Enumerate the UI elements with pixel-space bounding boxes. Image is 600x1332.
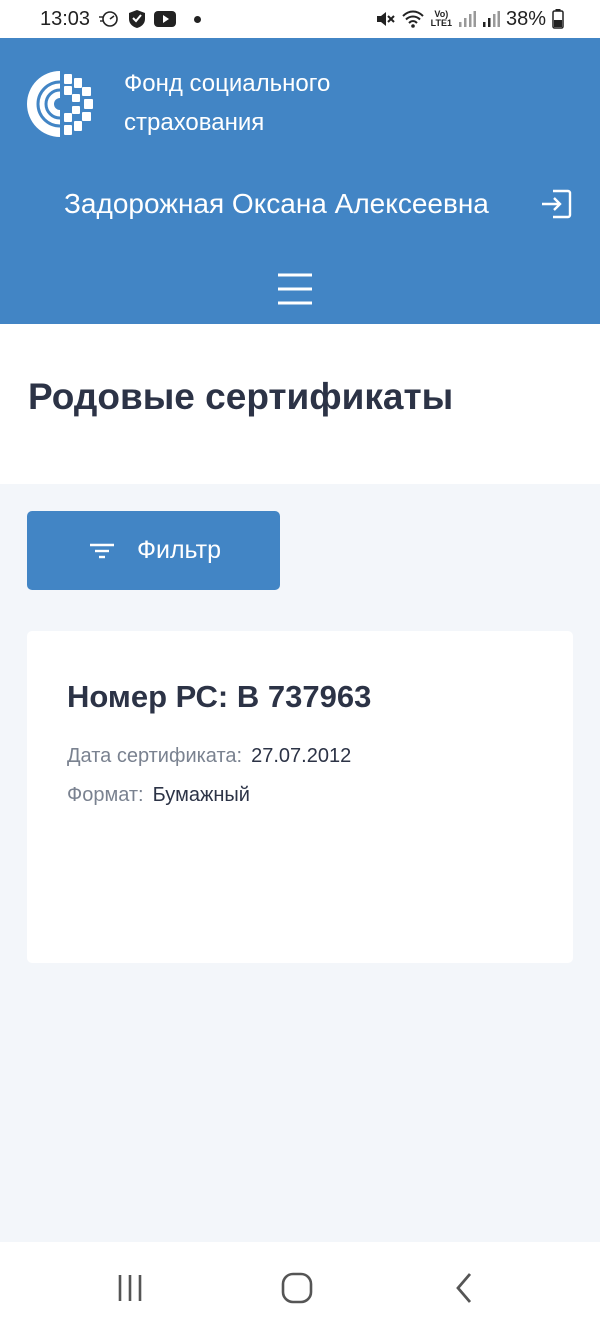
battery-percent: 38% [505,7,546,30]
certificate-date-value: 27.07.2012 [251,745,352,767]
user-name[interactable]: Задорожная Оксана Алексеевна [64,186,489,222]
fss-logo-icon [26,70,94,138]
certificate-card[interactable]: Номер РС: В 737963 Дата сертификата: 27.… [27,631,573,963]
hamburger-menu-icon[interactable] [276,270,314,308]
title-section: Родовые сертификаты [0,324,600,484]
app-header: Фонд социального страхования Задорожная … [0,38,600,324]
certificate-number: Номер РС: В 737963 [67,679,372,714]
youtube-icon [154,11,177,27]
back-icon[interactable] [444,1268,484,1308]
volte-indicator: Vo) LTE1 [431,10,452,28]
screen: 13:03 Vo) LTE1 38% Фонд социального стра… [0,0,600,1332]
recent-apps-icon[interactable] [110,1268,150,1308]
status-bar-left: 13:03 [40,7,202,31]
speedometer-icon [98,9,120,29]
page-title: Родовые сертификаты [28,376,454,417]
signal-icon [458,10,476,28]
certificate-format-label: Формат: [67,784,144,806]
filter-button[interactable]: Фильтр [27,511,280,590]
dot-icon [194,15,202,23]
status-time: 13:03 [40,7,91,30]
logout-icon[interactable] [539,188,573,220]
filter-icon [89,541,115,561]
mute-icon [375,9,395,29]
org-name: Фонд социального страхования [124,70,331,136]
home-icon[interactable] [277,1268,317,1308]
status-bar: 13:03 Vo) LTE1 38% [0,0,600,38]
certificate-date-label: Дата сертификата: [67,745,243,767]
system-nav-bar [0,1242,600,1332]
certificate-date-row: Дата сертификата: 27.07.2012 [67,745,351,768]
volte-bottom-text: LTE1 [430,18,452,28]
certificate-format-value: Бумажный [152,784,250,806]
wifi-icon [401,9,425,29]
battery-icon [552,9,564,29]
shield-icon [128,9,146,29]
filter-label: Фильтр [137,536,221,564]
status-bar-right: Vo) LTE1 38% [375,8,564,31]
signal-icon-2 [482,10,500,28]
certificate-format-row: Формат: Бумажный [67,784,250,807]
